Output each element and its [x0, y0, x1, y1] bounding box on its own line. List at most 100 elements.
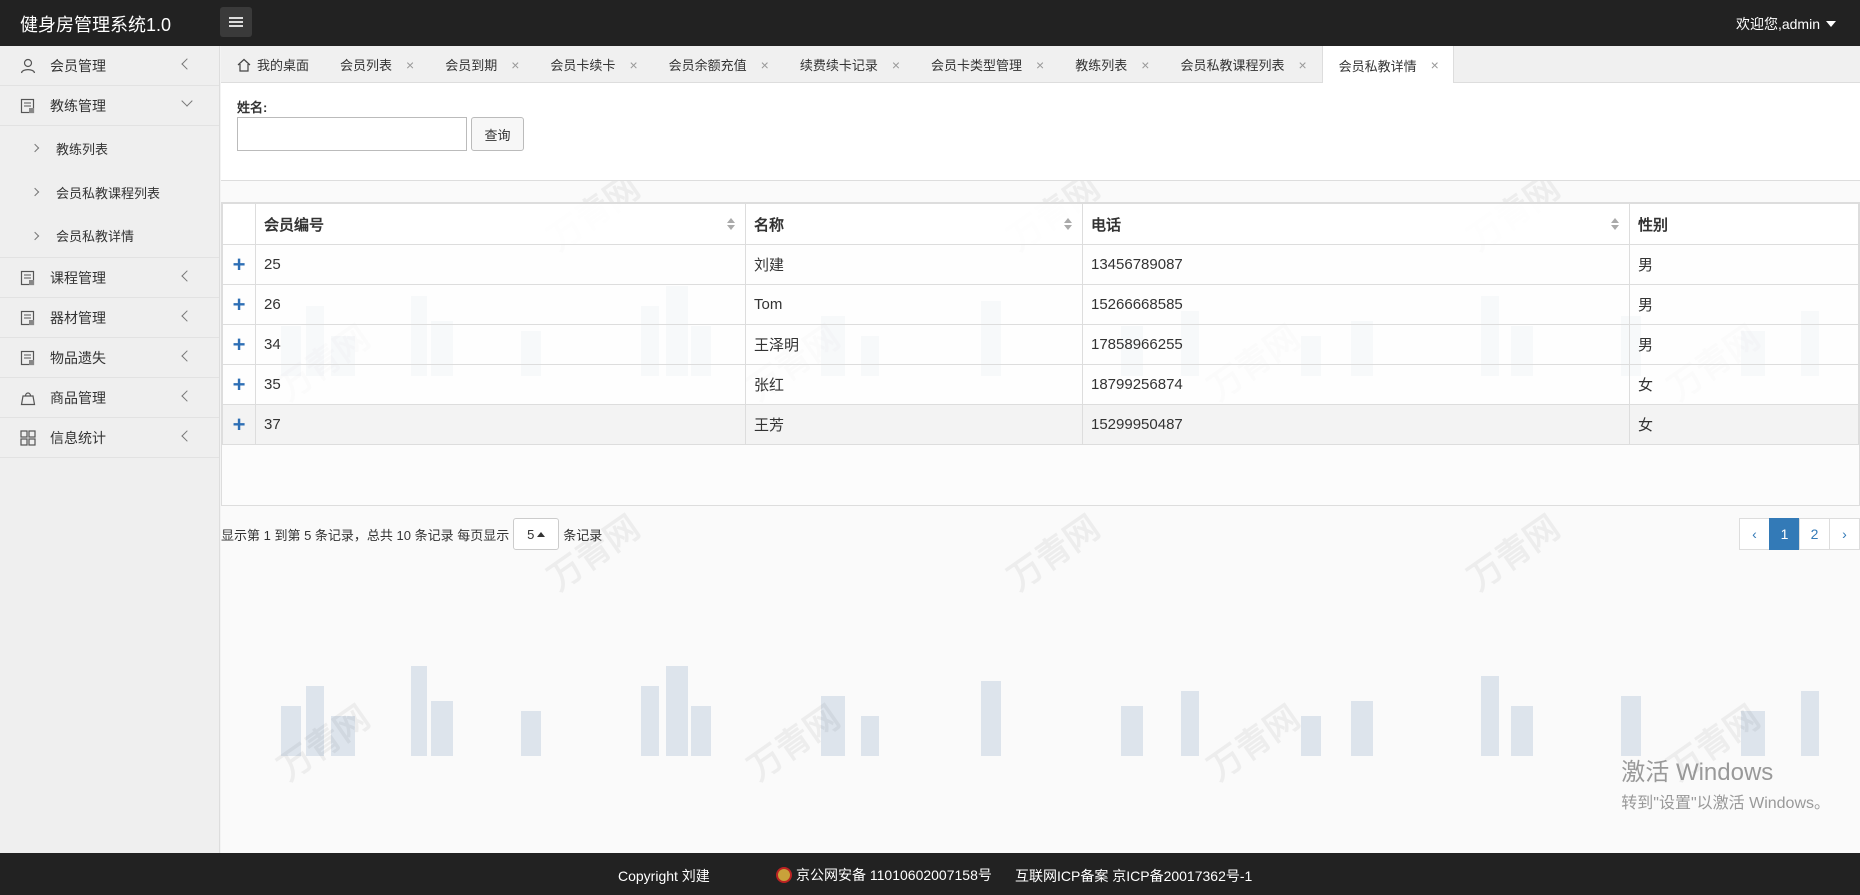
sidebar-subitem-label: 会员私教课程列表: [56, 185, 161, 201]
expand-row-icon[interactable]: +: [222, 404, 256, 445]
expand-row-icon[interactable]: +: [222, 364, 256, 405]
tab-coach-list[interactable]: 教练列表 ×: [1059, 46, 1164, 83]
sidebar-item-member[interactable]: 会员管理: [0, 46, 219, 86]
tab-renewal-records[interactable]: 续费续卡记录 ×: [784, 46, 915, 83]
cell-phone: 15299950487: [1082, 404, 1630, 445]
windows-activation-watermark: 激活 Windows 转到"设置"以激活 Windows。: [1621, 752, 1830, 813]
table-row: + 26 Tom 15266668585 男: [222, 284, 1859, 325]
expand-row-icon[interactable]: +: [222, 284, 256, 325]
cell-name: 张红: [745, 364, 1083, 405]
sidebar-item-course[interactable]: 课程管理: [0, 258, 219, 298]
tab-label: 教练列表: [1075, 58, 1128, 73]
icp-record-link[interactable]: 互联网ICP备案 京ICP备20017362号-1: [1015, 866, 1252, 886]
next-page-button[interactable]: ›: [1829, 518, 1860, 550]
sidebar-subitem-private-course-list[interactable]: 会员私教课程列表: [0, 170, 219, 214]
name-search-input[interactable]: [237, 117, 467, 151]
tab-home[interactable]: 我的桌面: [221, 46, 324, 83]
tab-label: 会员卡类型管理: [931, 58, 1023, 73]
pager: ‹ 1 2 ›: [1739, 518, 1860, 550]
sort-icon[interactable]: [1064, 218, 1072, 231]
member-table: 会员编号 名称 电话 性别 + 25 刘建 13456789087 男 + 26: [222, 203, 1859, 445]
tab-private-detail[interactable]: 会员私教详情 ×: [1321, 46, 1454, 84]
cell-gender: 男: [1629, 284, 1859, 325]
page-button-2[interactable]: 2: [1799, 518, 1830, 550]
close-icon[interactable]: ×: [1141, 57, 1149, 73]
column-header-label: 性别: [1638, 216, 1669, 234]
sidebar-subitem-coach-list[interactable]: 教练列表: [0, 126, 219, 170]
cell-member-id: 25: [255, 244, 746, 285]
close-icon[interactable]: ×: [629, 57, 637, 73]
sidebar-item-goods[interactable]: 商品管理: [0, 378, 219, 418]
chevron-right-icon: [30, 231, 40, 240]
sidebar-item-statistics[interactable]: 信息统计: [0, 418, 219, 458]
tab-label: 会员到期: [445, 58, 498, 73]
close-icon[interactable]: ×: [406, 57, 414, 73]
close-icon[interactable]: ×: [761, 57, 769, 73]
column-header-name[interactable]: 名称: [745, 203, 1083, 245]
sidebar-subitem-label: 会员私教详情: [56, 229, 135, 244]
sidebar-item-equipment[interactable]: 器材管理: [0, 298, 219, 338]
sidebar-item-label: 教练管理: [50, 97, 106, 114]
tab-label: 会员卡续卡: [550, 58, 616, 73]
chevron-right-icon: [30, 187, 40, 197]
expand-row-icon[interactable]: +: [222, 324, 256, 365]
close-icon[interactable]: ×: [511, 57, 519, 73]
page-size-select[interactable]: 5: [513, 518, 560, 550]
column-header-phone[interactable]: 电话: [1082, 203, 1630, 245]
menu-toggle-button[interactable]: [220, 7, 252, 37]
column-header-label: 电话: [1091, 216, 1122, 234]
copyright-text: Copyright 刘建: [618, 868, 710, 884]
chevron-left-icon: [181, 270, 193, 282]
chevron-right-icon: [30, 143, 40, 153]
cell-member-id: 35: [255, 364, 746, 405]
pagination-info-suffix: 条记录: [563, 527, 603, 543]
police-badge-icon: [776, 867, 792, 883]
document-icon: [20, 310, 36, 326]
cell-gender: 男: [1629, 244, 1859, 285]
close-icon[interactable]: ×: [892, 57, 900, 73]
table-row: + 34 王泽明 17858966255 男: [222, 324, 1859, 365]
tab-member-expiry[interactable]: 会员到期 ×: [429, 46, 534, 83]
sort-icon[interactable]: [1611, 218, 1619, 231]
tab-label: 会员列表: [340, 58, 393, 73]
sidebar-item-coach[interactable]: 教练管理: [0, 86, 219, 126]
cell-gender: 女: [1629, 364, 1859, 405]
tab-balance-recharge[interactable]: 会员余额充值 ×: [653, 46, 784, 83]
activation-subtitle: 转到"设置"以激活 Windows。: [1621, 795, 1830, 812]
document-icon: [20, 270, 36, 286]
tab-private-course-list[interactable]: 会员私教课程列表 ×: [1164, 46, 1321, 83]
cell-name: 王芳: [745, 404, 1083, 445]
tab-member-list[interactable]: 会员列表 ×: [324, 46, 429, 83]
top-header: 健身房管理系统1.0 欢迎您,admin: [0, 0, 1860, 46]
column-header-label: 会员编号: [264, 216, 325, 234]
sidebar-item-label: 商品管理: [50, 389, 106, 406]
pagination-info: 显示第 1 到第 5 条记录，总共 10 条记录 每页显示 5 条记录: [221, 518, 602, 550]
police-record[interactable]: 京公网安备 11010602007158号: [776, 865, 992, 885]
column-header-gender: 性别: [1629, 203, 1859, 245]
chevron-left-icon: [181, 310, 193, 322]
tab-card-renewal[interactable]: 会员卡续卡 ×: [534, 46, 652, 83]
tab-bar: 我的桌面 会员列表 × 会员到期 × 会员卡续卡 × 会员余额充值 × 续费续卡记录 × …: [221, 46, 1860, 84]
prev-page-button[interactable]: ‹: [1739, 518, 1770, 550]
close-icon[interactable]: ×: [1298, 57, 1306, 73]
user-menu[interactable]: 欢迎您,admin: [1736, 14, 1836, 34]
close-icon[interactable]: ×: [1036, 57, 1044, 73]
footer: Copyright 刘建 京公网安备 11010602007158号 互联网IC…: [0, 853, 1860, 895]
tab-label: 会员私教详情: [1338, 58, 1417, 74]
name-label: 姓名:: [237, 100, 268, 115]
close-icon[interactable]: ×: [1431, 57, 1439, 73]
table-header-row: 会员编号 名称 电话 性别: [222, 203, 1859, 245]
query-button[interactable]: 查询: [471, 117, 524, 151]
sidebar-subitem-private-detail[interactable]: 会员私教详情: [0, 214, 219, 258]
chevron-down-icon: [181, 95, 193, 107]
page-button-1[interactable]: 1: [1769, 518, 1800, 550]
sort-icon[interactable]: [727, 218, 735, 231]
sidebar-item-lost-items[interactable]: 物品遗失: [0, 338, 219, 378]
tab-label: 会员私教课程列表: [1180, 58, 1285, 73]
tab-card-type-management[interactable]: 会员卡类型管理 ×: [915, 46, 1059, 83]
expand-row-icon[interactable]: +: [222, 244, 256, 285]
sidebar-item-label: 物品遗失: [50, 349, 106, 366]
cell-gender: 男: [1629, 324, 1859, 365]
cell-phone: 13456789087: [1082, 244, 1630, 285]
column-header-member-id[interactable]: 会员编号: [255, 203, 746, 245]
